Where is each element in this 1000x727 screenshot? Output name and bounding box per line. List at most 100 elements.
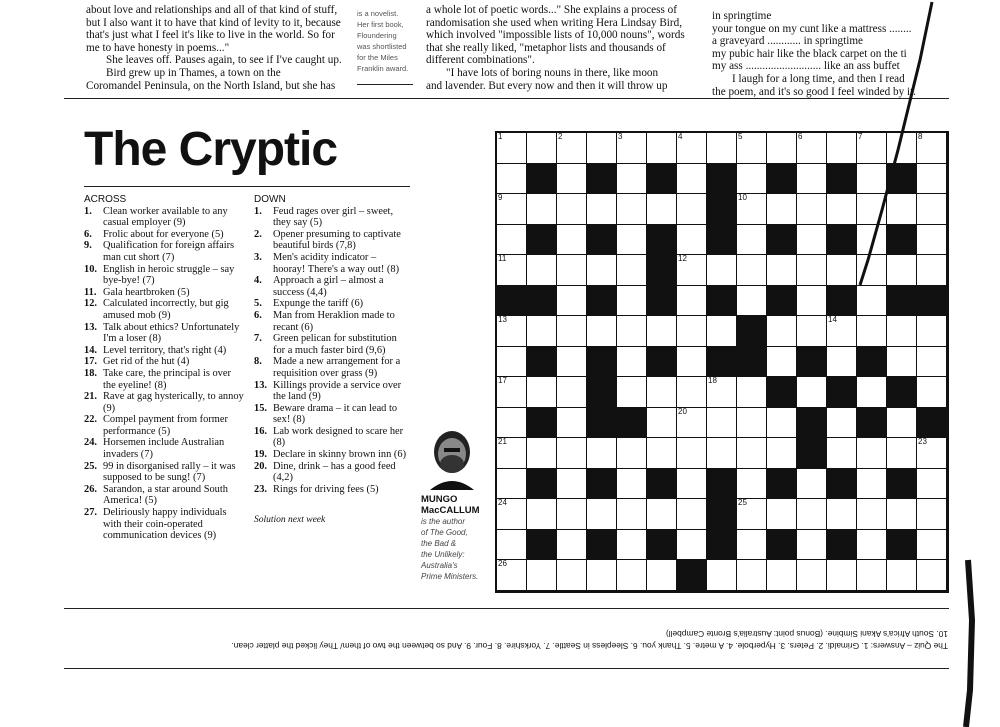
grid-cell[interactable] <box>497 529 527 561</box>
grid-cell[interactable] <box>617 499 647 530</box>
grid-cell[interactable] <box>647 377 677 408</box>
grid-cell[interactable] <box>617 255 647 286</box>
grid-cell[interactable]: 5 <box>737 133 767 164</box>
grid-cell[interactable] <box>527 377 557 408</box>
grid-cell[interactable] <box>737 529 767 561</box>
grid-cell[interactable] <box>617 285 647 317</box>
grid-cell[interactable] <box>677 438 707 469</box>
grid-cell[interactable] <box>557 560 587 591</box>
grid-cell[interactable] <box>677 346 707 378</box>
grid-cell[interactable]: 12 <box>677 255 707 286</box>
grid-cell[interactable]: 9 <box>497 194 527 225</box>
grid-cell[interactable]: 17 <box>497 377 527 408</box>
grid-cell[interactable]: 11 <box>497 255 527 286</box>
grid-cell[interactable] <box>527 499 557 530</box>
grid-cell[interactable] <box>617 163 647 195</box>
grid-cell[interactable] <box>647 438 677 469</box>
grid-cell[interactable] <box>587 560 617 591</box>
grid-cell[interactable] <box>647 194 677 225</box>
grid-cell[interactable] <box>737 438 767 469</box>
grid-cell[interactable] <box>527 316 557 347</box>
grid-cell[interactable] <box>617 194 647 225</box>
grid-cell[interactable] <box>587 438 617 469</box>
grid-cell[interactable] <box>497 224 527 256</box>
grid-cell[interactable] <box>737 468 767 500</box>
grid-cell[interactable] <box>677 194 707 225</box>
grid-cell[interactable] <box>647 407 677 439</box>
grid-cell[interactable] <box>557 529 587 561</box>
grid-cell[interactable] <box>767 133 797 164</box>
grid-cell[interactable]: 25 <box>737 499 767 530</box>
grid-cell[interactable] <box>707 438 737 469</box>
grid-cell[interactable]: 24 <box>497 499 527 530</box>
grid-cell[interactable] <box>617 377 647 408</box>
grid-cell[interactable] <box>647 560 677 591</box>
grid-cell[interactable] <box>677 499 707 530</box>
grid-cell[interactable] <box>737 224 767 256</box>
grid-cell[interactable] <box>587 499 617 530</box>
grid-cell[interactable] <box>647 133 677 164</box>
grid-cell[interactable] <box>587 194 617 225</box>
grid-cell[interactable] <box>587 133 617 164</box>
grid-cell[interactable] <box>737 285 767 317</box>
grid-cell[interactable] <box>527 560 557 591</box>
grid-cell[interactable]: 2 <box>557 133 587 164</box>
grid-cell[interactable] <box>527 194 557 225</box>
grid-cell[interactable] <box>497 407 527 439</box>
grid-cell[interactable]: 4 <box>677 133 707 164</box>
grid-cell[interactable] <box>677 316 707 347</box>
grid-cell[interactable] <box>767 316 797 347</box>
grid-cell[interactable] <box>677 285 707 317</box>
grid-cell[interactable] <box>737 163 767 195</box>
grid-cell[interactable] <box>527 133 557 164</box>
grid-cell[interactable] <box>707 316 737 347</box>
grid-cell[interactable] <box>707 133 737 164</box>
grid-cell[interactable] <box>677 163 707 195</box>
grid-cell[interactable] <box>677 224 707 256</box>
grid-cell[interactable] <box>767 194 797 225</box>
grid-cell[interactable] <box>557 468 587 500</box>
grid-cell[interactable] <box>497 163 527 195</box>
grid-cell[interactable] <box>557 194 587 225</box>
grid-cell[interactable] <box>677 468 707 500</box>
grid-cell[interactable] <box>557 499 587 530</box>
grid-cell[interactable] <box>677 377 707 408</box>
grid-cell[interactable] <box>557 224 587 256</box>
grid-cell[interactable] <box>527 438 557 469</box>
grid-cell[interactable] <box>557 438 587 469</box>
grid-cell[interactable] <box>737 560 767 591</box>
grid-cell[interactable]: 18 <box>707 377 737 408</box>
grid-cell[interactable] <box>737 255 767 286</box>
grid-cell[interactable] <box>767 407 797 439</box>
grid-cell[interactable] <box>557 163 587 195</box>
grid-cell[interactable] <box>617 346 647 378</box>
grid-cell[interactable]: 20 <box>677 407 707 439</box>
grid-cell[interactable] <box>707 255 737 286</box>
grid-cell[interactable] <box>617 316 647 347</box>
grid-cell[interactable]: 3 <box>617 133 647 164</box>
grid-cell[interactable]: 1 <box>497 133 527 164</box>
grid-cell[interactable] <box>737 377 767 408</box>
grid-cell[interactable] <box>647 499 677 530</box>
grid-cell[interactable]: 21 <box>497 438 527 469</box>
grid-cell[interactable] <box>677 529 707 561</box>
grid-cell[interactable] <box>557 377 587 408</box>
grid-cell[interactable] <box>587 255 617 286</box>
grid-cell[interactable] <box>767 255 797 286</box>
grid-cell[interactable] <box>617 560 647 591</box>
grid-cell[interactable] <box>617 438 647 469</box>
grid-cell[interactable] <box>707 407 737 439</box>
grid-cell[interactable] <box>587 316 617 347</box>
grid-cell[interactable] <box>767 346 797 378</box>
grid-cell[interactable] <box>767 560 797 591</box>
grid-cell[interactable] <box>647 316 677 347</box>
grid-cell[interactable] <box>707 560 737 591</box>
grid-cell[interactable] <box>617 529 647 561</box>
grid-cell[interactable] <box>737 407 767 439</box>
grid-cell[interactable] <box>767 499 797 530</box>
grid-cell[interactable] <box>497 468 527 500</box>
grid-cell[interactable]: 13 <box>497 316 527 347</box>
grid-cell[interactable] <box>527 255 557 286</box>
grid-cell[interactable]: 10 <box>737 194 767 225</box>
grid-cell[interactable] <box>557 255 587 286</box>
